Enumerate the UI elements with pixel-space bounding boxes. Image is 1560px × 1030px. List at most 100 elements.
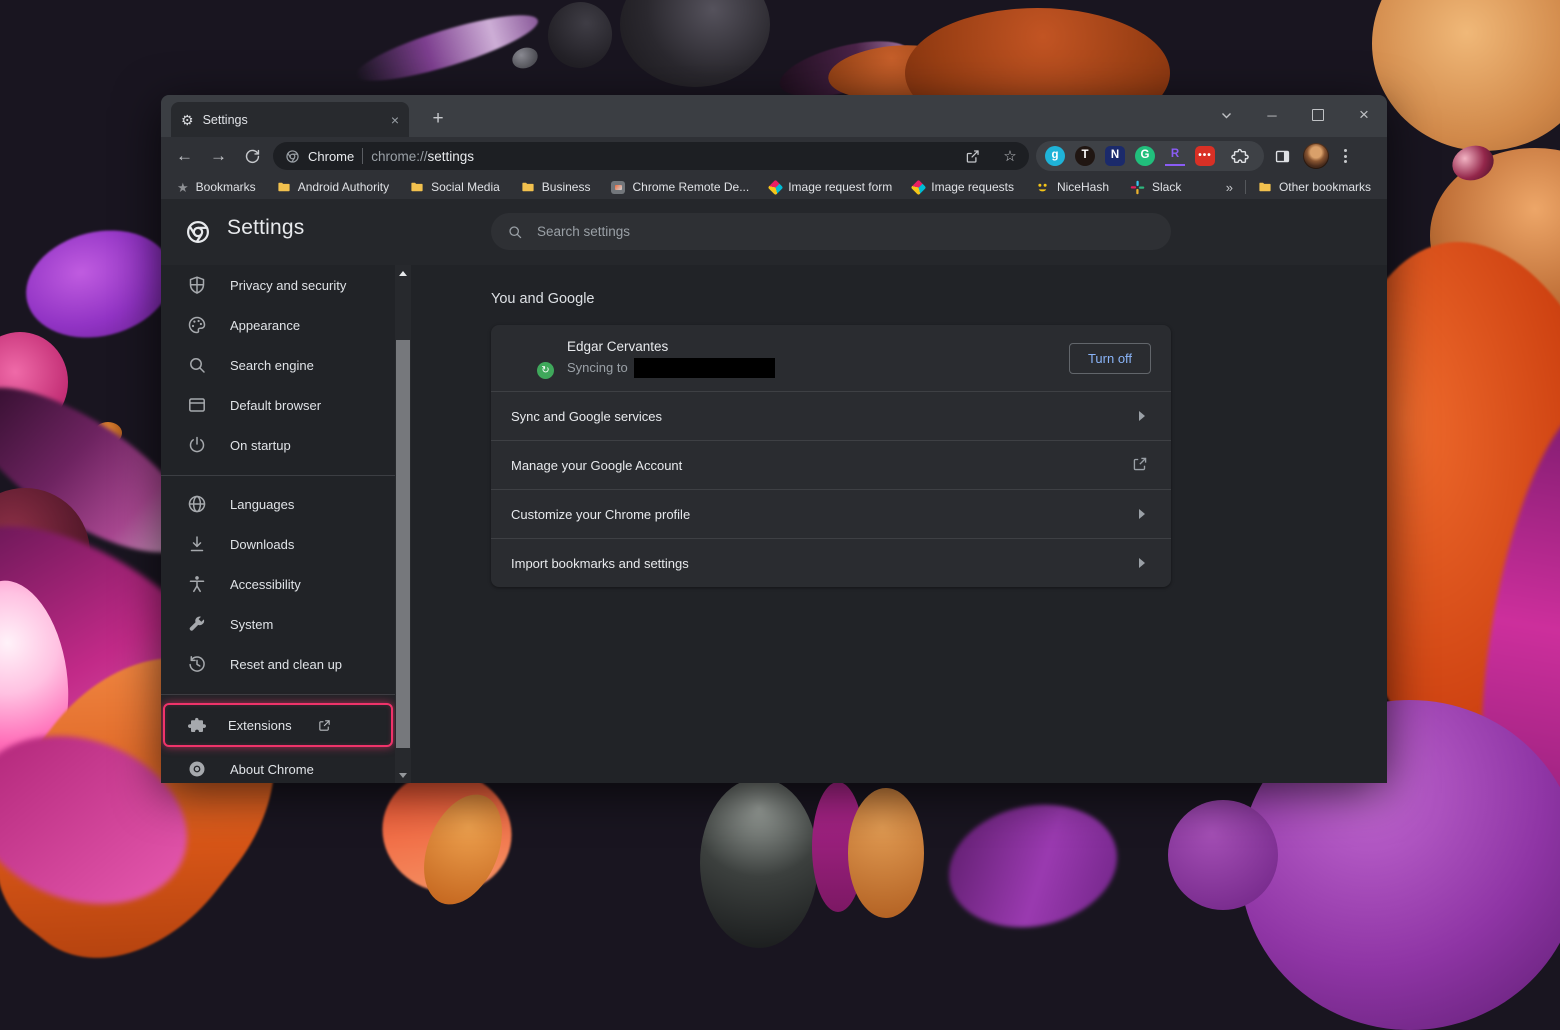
sidebar-item-extensions[interactable]: Extensions <box>163 703 393 747</box>
wallpaper-blob <box>540 0 620 76</box>
forward-button[interactable]: → <box>203 141 234 172</box>
sidebar-item-appearance[interactable]: Appearance <box>161 305 395 345</box>
wallpaper-blob <box>509 44 541 72</box>
browser-icon <box>189 398 205 412</box>
omnibox-divider <box>362 148 364 164</box>
remote-desktop-icon <box>611 180 626 194</box>
tab-search-chevron-icon[interactable] <box>1203 95 1249 135</box>
sidebar-item-about[interactable]: About Chrome <box>161 749 395 783</box>
extension-icon[interactable]: G <box>1135 146 1155 166</box>
bookmark-item[interactable]: Slack <box>1130 180 1181 195</box>
extension-icon[interactable]: ••• <box>1195 146 1215 166</box>
bookmarks-overflow-chevrons[interactable]: » <box>1226 180 1233 195</box>
avatar: ↻ <box>511 337 556 381</box>
palette-icon <box>188 316 206 334</box>
wallpaper-blob <box>937 789 1129 943</box>
chrome-favicon-icon <box>285 149 300 164</box>
maximize-button[interactable] <box>1295 95 1341 135</box>
forms-icon <box>910 179 927 195</box>
gear-icon: ⚙ <box>181 111 194 128</box>
bookmark-item[interactable]: ★ Bookmarks <box>177 180 256 194</box>
settings-header: Settings <box>161 199 1387 265</box>
bookmark-folder[interactable]: Business <box>521 180 590 194</box>
bookmarks-bar: ★ Bookmarks Android Authority Social Med… <box>161 175 1387 199</box>
sync-status: Syncing to <box>567 357 1055 378</box>
sidebar-item-default-browser[interactable]: Default browser <box>161 385 395 425</box>
side-panel-icon[interactable] <box>1267 141 1297 171</box>
back-button[interactable]: ← <box>169 141 200 172</box>
external-link-icon <box>1131 455 1151 476</box>
other-bookmarks-button[interactable]: Other bookmarks <box>1258 180 1371 194</box>
profile-avatar[interactable] <box>1303 143 1329 169</box>
extension-icon[interactable]: g <box>1045 146 1065 166</box>
chrome-icon <box>189 761 205 777</box>
scroll-up-button[interactable] <box>395 265 411 281</box>
address-bar[interactable]: Chrome chrome://settings ☆ <box>273 142 1029 170</box>
wallpaper-blob <box>700 778 818 948</box>
close-window-button[interactable]: × <box>1341 95 1387 135</box>
row-import-bookmarks[interactable]: Import bookmarks and settings <box>491 538 1171 587</box>
wallpaper-blob <box>1372 0 1560 151</box>
bookmark-folder[interactable]: Social Media <box>410 180 500 194</box>
extension-icon[interactable]: N <box>1105 146 1125 166</box>
sidebar-item-on-startup[interactable]: On startup <box>161 425 395 465</box>
scroll-down-button[interactable] <box>395 767 411 783</box>
site-label: Chrome <box>308 148 355 164</box>
sidebar-item-privacy[interactable]: Privacy and security <box>161 265 395 305</box>
search-icon <box>190 358 205 373</box>
bookmark-item[interactable]: Image request form <box>767 179 892 195</box>
folder-icon <box>1259 182 1271 192</box>
search-input[interactable] <box>535 223 1155 240</box>
section-title: You and Google <box>491 291 595 307</box>
share-icon[interactable] <box>957 142 987 170</box>
extension-icon[interactable]: T <box>1075 146 1095 166</box>
scrollbar[interactable] <box>395 265 411 783</box>
browser-window: ⚙ Settings × + ─ × ← → Chrome chrome://s… <box>161 95 1387 783</box>
row-manage-google-account[interactable]: Manage your Google Account <box>491 440 1171 489</box>
scrollbar-thumb[interactable] <box>396 340 410 748</box>
tab-strip: ⚙ Settings × + ─ × <box>161 95 1387 137</box>
window-controls: ─ × <box>1203 95 1387 135</box>
desktop: { "tab": { "title": "Settings" }, "omnib… <box>0 0 1560 1030</box>
bookmark-star-icon[interactable]: ☆ <box>995 142 1025 170</box>
sidebar-item-downloads[interactable]: Downloads <box>161 524 395 564</box>
tab-close-icon[interactable]: × <box>391 113 399 127</box>
download-icon <box>190 536 204 552</box>
tab-title: Settings <box>202 112 248 127</box>
wallpaper-blob <box>620 0 770 87</box>
settings-search[interactable] <box>491 213 1171 250</box>
bookmark-item[interactable]: Image requests <box>910 179 1014 195</box>
sidebar-item-reset[interactable]: Reset and clean up <box>161 644 395 684</box>
menu-kebab-icon[interactable] <box>1332 141 1358 171</box>
shield-icon <box>189 276 205 294</box>
tab-settings[interactable]: ⚙ Settings × <box>171 102 409 137</box>
bookmark-item[interactable]: Chrome Remote De... <box>611 180 749 194</box>
turn-off-button[interactable]: Turn off <box>1069 342 1151 374</box>
bookmark-item[interactable]: NiceHash <box>1035 180 1109 195</box>
sidebar-item-accessibility[interactable]: Accessibility <box>161 564 395 604</box>
bookmark-folder[interactable]: Android Authority <box>277 180 389 194</box>
new-tab-button[interactable]: + <box>423 104 453 134</box>
row-sync-google-services[interactable]: Sync and Google services <box>491 391 1171 440</box>
chevron-right-icon <box>1139 558 1145 568</box>
settings-sidebar: Privacy and security Appearance Search e… <box>161 265 395 783</box>
puzzle-icon <box>187 717 207 732</box>
toolbar: ← → Chrome chrome://settings ☆ g T N G R… <box>161 137 1387 175</box>
page-title: Settings <box>227 216 305 239</box>
nicehash-icon <box>1038 183 1047 191</box>
sidebar-item-languages[interactable]: Languages <box>161 484 395 524</box>
scrollbar-track[interactable] <box>395 281 411 767</box>
accessibility-icon <box>189 576 205 593</box>
folder-icon <box>278 182 290 192</box>
sidebar-item-system[interactable]: System <box>161 604 395 644</box>
external-link-icon <box>317 718 332 733</box>
row-customize-profile[interactable]: Customize your Chrome profile <box>491 489 1171 538</box>
extensions-puzzle-icon[interactable] <box>1225 141 1255 171</box>
extension-icon[interactable]: R <box>1165 147 1185 166</box>
minimize-button[interactable]: ─ <box>1249 95 1295 135</box>
redacted-email <box>633 357 775 378</box>
wallpaper-blob <box>14 215 184 353</box>
sidebar-item-search-engine[interactable]: Search engine <box>161 345 395 385</box>
bookmarks-divider <box>1244 180 1246 194</box>
reload-button[interactable] <box>237 141 268 172</box>
